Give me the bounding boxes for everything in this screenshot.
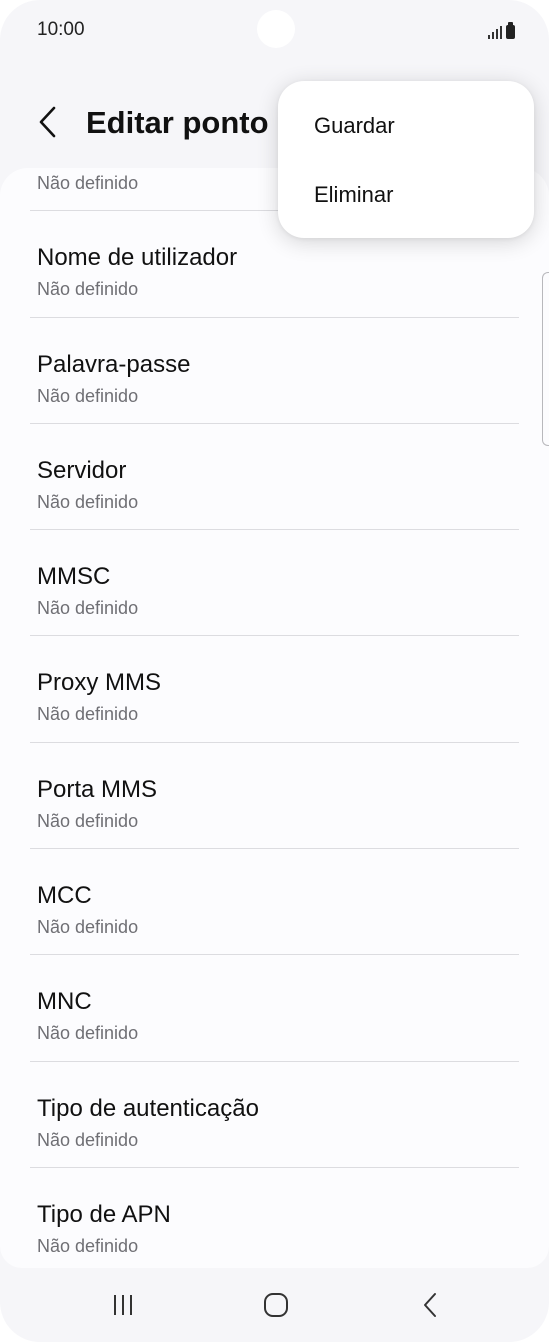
setting-label: Servidor [37, 456, 127, 484]
setting-label: Palavra-passe [37, 350, 191, 378]
settings-card: Não definido Nome de utilizador Não defi… [0, 168, 549, 1268]
setting-value: Não definido [37, 385, 139, 406]
setting-label: Proxy MMS [37, 669, 162, 697]
setting-value: Não definido [37, 1235, 139, 1256]
setting-value: Não definido [37, 704, 139, 725]
home-button[interactable] [246, 1284, 306, 1326]
back-button[interactable] [28, 100, 68, 144]
setting-row-mmsc[interactable]: MMSC Não definido [0, 530, 549, 637]
back-icon [424, 1293, 436, 1317]
setting-row-password[interactable]: Palavra-passe Não definido [0, 318, 549, 424]
setting-label: Tipo de autenticação [37, 1094, 259, 1122]
nav-back-button[interactable] [400, 1284, 460, 1326]
recent-apps-icon [114, 1295, 132, 1315]
scrollbar[interactable] [542, 272, 549, 446]
setting-label: Nome de utilizador [37, 244, 238, 272]
setting-row-mnc[interactable]: MNC Não definido [0, 955, 549, 1062]
setting-value: Não definido [37, 173, 139, 193]
menu-item-delete[interactable]: Eliminar [278, 164, 534, 226]
setting-value: Não definido [37, 1129, 139, 1150]
page-title: Editar ponto d [86, 105, 297, 140]
status-bar: 10:00 [0, 0, 549, 60]
phone-screen: 10:00 Editar ponto d Não definido Nome d… [0, 0, 549, 1342]
setting-row-mcc[interactable]: MCC Não definido [0, 849, 549, 956]
setting-label: Tipo de APN [37, 1200, 171, 1228]
home-icon [264, 1293, 288, 1317]
menu-item-save[interactable]: Guardar [278, 95, 534, 157]
setting-row-server[interactable]: Servidor Não definido [0, 424, 549, 531]
signal-icon [488, 25, 502, 39]
settings-list: Não definido Nome de utilizador Não defi… [0, 168, 549, 1268]
setting-row-mms-proxy[interactable]: Proxy MMS Não definido [0, 636, 549, 743]
setting-value: Não definido [37, 810, 139, 831]
battery-icon [506, 22, 515, 39]
setting-row-mms-port[interactable]: Porta MMS Não definido [0, 743, 549, 850]
overflow-menu: Guardar Eliminar [278, 81, 534, 238]
setting-label: MCC [37, 882, 92, 910]
setting-label: Porta MMS [37, 775, 158, 803]
navigation-bar [0, 1268, 549, 1342]
setting-value: Não definido [37, 279, 139, 300]
setting-value: Não definido [37, 598, 139, 619]
setting-row-auth-type[interactable]: Tipo de autenticação Não definido [0, 1062, 549, 1168]
setting-value: Não definido [37, 1023, 139, 1044]
status-time: 10:00 [37, 19, 85, 40]
camera-cutout [257, 10, 295, 48]
chevron-left-icon [39, 106, 56, 138]
setting-label: MMSC [37, 563, 111, 591]
status-icons [488, 21, 515, 39]
setting-value: Não definido [37, 917, 139, 938]
setting-label: MNC [37, 988, 92, 1016]
setting-row-apn-type[interactable]: Tipo de APN Não definido [0, 1168, 549, 1268]
recent-apps-button[interactable] [93, 1284, 153, 1326]
setting-value: Não definido [37, 491, 139, 512]
